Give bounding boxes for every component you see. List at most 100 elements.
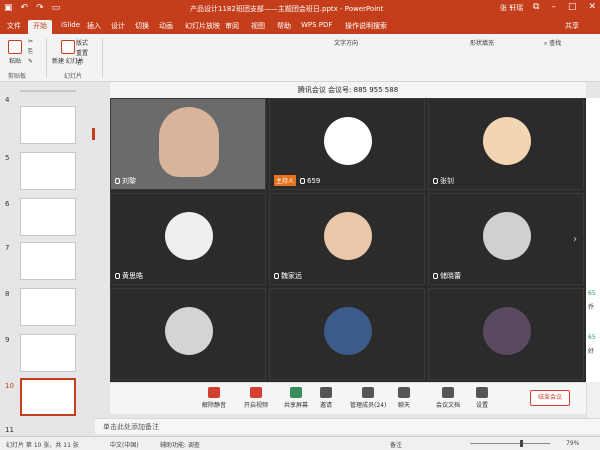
format-painter-icon[interactable]: ✎ bbox=[28, 58, 33, 65]
share-button[interactable]: 共享 bbox=[560, 20, 584, 32]
tab-review[interactable]: 审阅 bbox=[220, 20, 244, 32]
layout-button[interactable]: 版式 bbox=[76, 38, 88, 47]
slide-number: 9 bbox=[5, 336, 10, 344]
shape-fill-button[interactable]: 形状填充 bbox=[470, 38, 494, 47]
text-direction-button[interactable]: 文字方向 bbox=[334, 38, 358, 47]
participant-tile[interactable] bbox=[110, 288, 266, 380]
participant-name: 张钊 bbox=[440, 177, 454, 185]
undo-icon[interactable]: ↶ bbox=[21, 3, 29, 13]
tab-insert[interactable]: 插入 bbox=[82, 20, 106, 32]
slide-thumbnail[interactable] bbox=[20, 106, 76, 144]
start-video-button[interactable]: 开启视频 bbox=[244, 387, 268, 409]
language-indicator[interactable]: 中文(中国) bbox=[110, 440, 139, 449]
manage-members-button[interactable]: 管理成员(24) bbox=[350, 387, 386, 409]
meeting-banner: 腾讯会议 会议号: 885 955 588 bbox=[110, 82, 586, 98]
clipboard-icon bbox=[8, 40, 22, 54]
slide-thumbnail[interactable] bbox=[20, 152, 76, 190]
slide-number: 4 bbox=[5, 96, 10, 104]
paste-button[interactable]: 粘贴 bbox=[8, 40, 22, 65]
participant-tile[interactable]: › 储晓蕾 bbox=[428, 193, 584, 285]
avatar bbox=[324, 117, 372, 165]
vertical-scrollbar[interactable] bbox=[586, 382, 600, 418]
slide-thumbnail[interactable] bbox=[20, 242, 76, 280]
notes-toggle[interactable]: 备注 bbox=[390, 440, 402, 449]
copy-icon[interactable]: ⎘ bbox=[28, 48, 33, 56]
cut-icon[interactable]: ✂ bbox=[28, 38, 33, 45]
default-avatar-icon bbox=[165, 307, 213, 355]
slide-thumbnail-selected[interactable] bbox=[20, 378, 76, 416]
zoom-level[interactable]: 79% bbox=[566, 440, 579, 447]
accessibility-status[interactable]: 辅助功能: 调查 bbox=[160, 440, 200, 449]
participant-name: 储晓蕾 bbox=[440, 272, 461, 280]
invite-icon bbox=[320, 387, 332, 398]
tab-animations[interactable]: 动画 bbox=[154, 20, 178, 32]
zoom-slider-thumb[interactable] bbox=[520, 440, 523, 447]
end-meeting-button[interactable]: 结束会议 bbox=[530, 390, 570, 406]
group-divider bbox=[46, 38, 47, 78]
find-button[interactable]: ⌕ 查找 bbox=[544, 38, 561, 48]
reset-button[interactable]: 重置 bbox=[76, 48, 88, 57]
search-icon: ⌕ bbox=[544, 40, 548, 47]
minimize-icon[interactable]: – bbox=[551, 2, 556, 12]
camera-off-icon bbox=[250, 387, 262, 398]
tab-wps-pdf[interactable]: WPS PDF bbox=[296, 20, 337, 30]
chat-button[interactable]: 聊天 bbox=[398, 387, 410, 409]
ribbon-display-icon[interactable]: ⧉ bbox=[533, 2, 539, 12]
participant-name: 659 bbox=[307, 176, 321, 185]
document-title: 产品设计1182班团支部——主题团会班日.pptx - PowerPoint bbox=[190, 5, 384, 13]
mic-icon bbox=[433, 178, 438, 184]
title-bar: ▣ ↶ ↷ ▭ 产品设计1182班团支部——主题团会班日.pptx - Powe… bbox=[0, 0, 600, 18]
user-name[interactable]: 张 轩瑶 bbox=[500, 3, 523, 13]
participant-tile[interactable]: 魏家远 bbox=[269, 193, 425, 285]
tab-design[interactable]: 设计 bbox=[106, 20, 130, 32]
next-page-icon[interactable]: › bbox=[573, 234, 577, 245]
tab-home[interactable]: 开始 bbox=[28, 20, 52, 34]
slide-thumbnail-pane[interactable]: 4 5 6 7 8 9 10 11 bbox=[0, 82, 95, 436]
slide-thumbnail[interactable] bbox=[20, 334, 76, 372]
meeting-docs-button[interactable]: 会议文档 bbox=[436, 387, 460, 409]
window-controls: ⧉ – □ ✕ bbox=[533, 2, 596, 12]
chat-snippet: 65 bbox=[588, 334, 596, 341]
participant-tile[interactable]: 黄思皓 bbox=[110, 193, 266, 285]
notes-pane[interactable]: 单击此处添加备注 bbox=[95, 418, 600, 434]
ribbon-home: 粘贴 ✂ ⎘ ✎ 剪贴板 新建 幻灯片 版式 重置 节 幻灯片 文字方向 形状填… bbox=[0, 34, 600, 82]
status-bar: 幻灯片 第 10 张，共 11 张 中文(中国) 辅助功能: 调查 备注 79% bbox=[0, 436, 600, 450]
present-icon[interactable]: ▭ bbox=[52, 3, 61, 13]
avatar bbox=[483, 117, 531, 165]
section-button[interactable]: 节 bbox=[76, 58, 82, 67]
slide-thumbnail[interactable] bbox=[20, 90, 76, 92]
slide-thumbnail[interactable] bbox=[20, 288, 76, 326]
maximize-icon[interactable]: □ bbox=[568, 2, 577, 12]
invite-button[interactable]: 邀请 bbox=[320, 387, 332, 409]
mic-icon bbox=[115, 273, 120, 279]
participant-tile[interactable]: 张钊 bbox=[428, 98, 584, 190]
participant-name: 魏家远 bbox=[281, 272, 302, 280]
unmute-button[interactable]: 解除静音 bbox=[202, 387, 226, 409]
settings-button[interactable]: 设置 bbox=[476, 387, 488, 409]
tab-file[interactable]: 文件 bbox=[2, 20, 26, 32]
participant-tile[interactable]: 刘黎 bbox=[110, 98, 266, 190]
participant-tile[interactable] bbox=[428, 288, 584, 380]
tab-view[interactable]: 视图 bbox=[246, 20, 270, 32]
participant-tile[interactable] bbox=[269, 288, 425, 380]
meeting-video-grid: 刘黎 主持人 659 张钊 黄思皓 魏家远 › 储晓蕾 bbox=[110, 98, 586, 382]
slide-count: 幻灯片 第 10 张，共 11 张 bbox=[6, 442, 79, 449]
tab-transitions[interactable]: 切换 bbox=[130, 20, 154, 32]
tab-islide[interactable]: iSlide bbox=[56, 20, 85, 30]
slide-number: 5 bbox=[5, 154, 10, 162]
share-screen-button[interactable]: 共享屏幕 bbox=[284, 387, 308, 409]
close-icon[interactable]: ✕ bbox=[588, 2, 596, 12]
tab-help[interactable]: 帮助 bbox=[272, 20, 296, 32]
slide-number: 6 bbox=[5, 200, 10, 208]
save-icon[interactable]: ▣ bbox=[4, 3, 13, 13]
zoom-slider[interactable] bbox=[470, 443, 550, 444]
tab-slideshow[interactable]: 幻灯片放映 bbox=[180, 20, 225, 32]
host-badge: 主持人 bbox=[274, 175, 297, 186]
slide-thumbnail[interactable] bbox=[20, 198, 76, 236]
tell-me-search[interactable]: 操作说明搜索 bbox=[340, 20, 392, 32]
redo-icon[interactable]: ↷ bbox=[36, 3, 44, 13]
avatar bbox=[324, 212, 372, 260]
document-icon bbox=[442, 387, 454, 398]
participant-tile[interactable]: 主持人 659 bbox=[269, 98, 425, 190]
chat-panel-edge[interactable]: 65 乔 65 好 bbox=[586, 98, 600, 382]
